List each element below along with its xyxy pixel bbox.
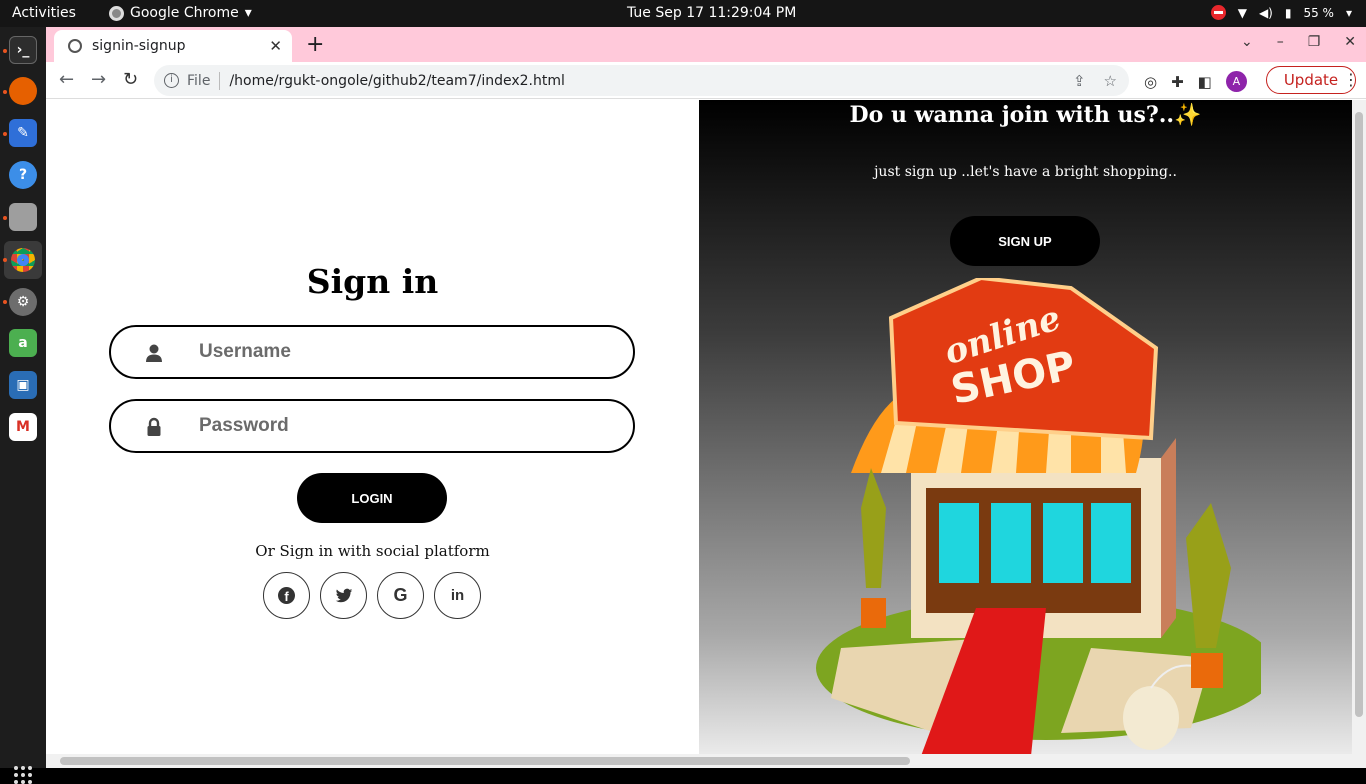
password-input[interactable] xyxy=(199,411,609,441)
signup-button[interactable]: SIGN UP xyxy=(950,216,1100,266)
globe-icon xyxy=(68,39,82,53)
online-shop-illustration: online SHOP xyxy=(816,278,1261,756)
running-indicator xyxy=(3,300,7,304)
wifi-icon: ▼ xyxy=(1237,5,1247,20)
running-indicator xyxy=(3,132,7,136)
tab-signin-signup[interactable]: signin-signup ✕ xyxy=(54,30,292,62)
system-tray[interactable]: ▼ ◀) ▮ 55 % ▾ xyxy=(1210,5,1352,20)
mouse xyxy=(1123,686,1179,750)
settings-icon[interactable]: ⚙ xyxy=(9,288,37,316)
signin-panel: Sign in LOGIN Or Sign in with social pla… xyxy=(46,100,699,768)
twitter-button[interactable] xyxy=(320,572,367,619)
facebook-button[interactable]: f xyxy=(263,572,310,619)
address-scheme: File xyxy=(187,72,211,89)
show-apps-icon[interactable] xyxy=(14,766,32,784)
minimize-button[interactable]: – xyxy=(1277,34,1284,50)
profile-avatar[interactable]: A xyxy=(1225,71,1247,92)
back-button[interactable]: ← xyxy=(59,69,74,90)
tab-strip: signin-signup ✕ + ⌄ – ❐ ✕ xyxy=(46,27,1366,62)
linkedin-button[interactable]: in xyxy=(434,572,481,619)
terminal-icon[interactable]: ›_ xyxy=(9,36,37,64)
address-bar[interactable]: i File /home/rgukt-ongole/github2/team7/… xyxy=(154,65,1129,96)
battery-percent: 55 % xyxy=(1303,5,1334,20)
help-icon[interactable]: ? xyxy=(9,161,37,189)
new-tab-button[interactable]: + xyxy=(306,32,324,57)
chevron-down-icon: ▾ xyxy=(1345,5,1352,20)
signin-title: Sign in xyxy=(306,262,439,301)
bookmark-star-icon[interactable]: ☆ xyxy=(1104,72,1117,90)
text-editor-icon[interactable]: ✎ xyxy=(9,119,37,147)
google-icon: G xyxy=(393,585,408,605)
user-icon xyxy=(146,344,162,362)
username-field[interactable] xyxy=(109,325,635,379)
reload-button[interactable]: ↻ xyxy=(123,69,138,90)
shop-window xyxy=(1091,503,1131,583)
username-input[interactable] xyxy=(199,337,609,367)
page-viewport: Sign in LOGIN Or Sign in with social pla… xyxy=(46,100,1366,768)
browser-window: signin-signup ✕ + ⌄ – ❐ ✕ ← → ↻ i File /… xyxy=(46,27,1366,768)
running-indicator xyxy=(3,49,7,53)
extension-icons: ◎ ✚ ◧ A xyxy=(1144,71,1247,92)
shop-window xyxy=(1043,503,1083,583)
horizontal-scroll-thumb[interactable] xyxy=(60,757,910,765)
linkedin-icon: in xyxy=(450,587,465,604)
chrome-icon xyxy=(109,5,124,21)
google-button[interactable]: G xyxy=(377,572,424,619)
lock-icon xyxy=(147,417,161,436)
facebook-icon: f xyxy=(278,587,295,604)
tab-search-icon[interactable]: ⌄ xyxy=(1241,34,1253,50)
running-indicator xyxy=(3,90,7,94)
signup-panel-title: Do u wanna join with us?..✨ xyxy=(849,102,1202,128)
signup-panel: Do u wanna join with us?..✨ just sign up… xyxy=(699,100,1352,768)
firefox-icon[interactable] xyxy=(9,77,37,105)
tab-title: signin-signup xyxy=(92,38,186,54)
window-controls: ⌄ – ❐ ✕ xyxy=(1241,34,1356,50)
do-not-disturb-icon xyxy=(1210,5,1226,20)
vertical-scrollbar[interactable] xyxy=(1352,100,1366,768)
clock[interactable]: Tue Sep 17 11:29:04 PM xyxy=(627,5,796,21)
vertical-scroll-thumb[interactable] xyxy=(1355,112,1363,717)
social-signin-text: Or Sign in with social platform xyxy=(255,542,490,560)
dock: ›_ ✎ ? ⚙ a ▣ M xyxy=(0,27,46,784)
shop-window xyxy=(991,503,1031,583)
divider xyxy=(219,71,221,90)
info-icon[interactable]: i xyxy=(164,73,179,88)
twitter-icon xyxy=(335,588,352,602)
side-panel-icon[interactable]: ◧ xyxy=(1198,73,1212,91)
activities-button[interactable]: Activities xyxy=(12,5,76,21)
password-field[interactable] xyxy=(109,399,635,453)
address-url[interactable]: /home/rgukt-ongole/github2/team7/index2.… xyxy=(229,73,564,89)
app-menu-label: Google Chrome xyxy=(130,5,239,21)
horizontal-scrollbar[interactable] xyxy=(46,754,1352,768)
forward-button[interactable]: → xyxy=(91,69,106,90)
volume-icon: ◀) xyxy=(1258,5,1273,20)
login-button[interactable]: LOGIN xyxy=(297,473,447,523)
signup-panel-subtitle: just sign up ..let's have a bright shopp… xyxy=(874,164,1177,180)
share-icon[interactable]: ⇪ xyxy=(1073,72,1086,90)
close-tab-icon[interactable]: ✕ xyxy=(269,37,282,55)
pot-right xyxy=(1191,653,1223,688)
omnibox-actions: ⇪ ☆ xyxy=(1073,72,1117,90)
extensions-puzzle-icon[interactable]: ✚ xyxy=(1171,73,1184,91)
software-icon[interactable]: a xyxy=(9,329,37,357)
running-indicator xyxy=(3,216,7,220)
running-indicator xyxy=(3,258,7,262)
kebab-menu-icon[interactable]: ⋮ xyxy=(1343,70,1359,89)
battery-icon: ▮ xyxy=(1284,5,1292,20)
pot-left xyxy=(861,598,886,628)
virtualbox-icon[interactable]: ▣ xyxy=(9,371,37,399)
chevron-down-icon: ▾ xyxy=(244,5,252,21)
files-icon[interactable] xyxy=(9,203,37,231)
shop-window xyxy=(939,503,979,583)
gmail-icon[interactable]: M xyxy=(9,413,37,441)
maximize-button[interactable]: ❐ xyxy=(1308,34,1321,50)
shop-side-wall xyxy=(1161,438,1176,638)
media-icon[interactable]: ◎ xyxy=(1144,73,1157,91)
close-window-button[interactable]: ✕ xyxy=(1344,34,1356,50)
app-menu[interactable]: Google Chrome ▾ xyxy=(109,5,252,21)
tree-left xyxy=(861,468,886,588)
system-top-bar: Activities Google Chrome ▾ Tue Sep 17 11… xyxy=(0,0,1366,27)
browser-toolbar: ← → ↻ i File /home/rgukt-ongole/github2/… xyxy=(46,62,1366,99)
chrome-icon[interactable] xyxy=(4,241,42,279)
